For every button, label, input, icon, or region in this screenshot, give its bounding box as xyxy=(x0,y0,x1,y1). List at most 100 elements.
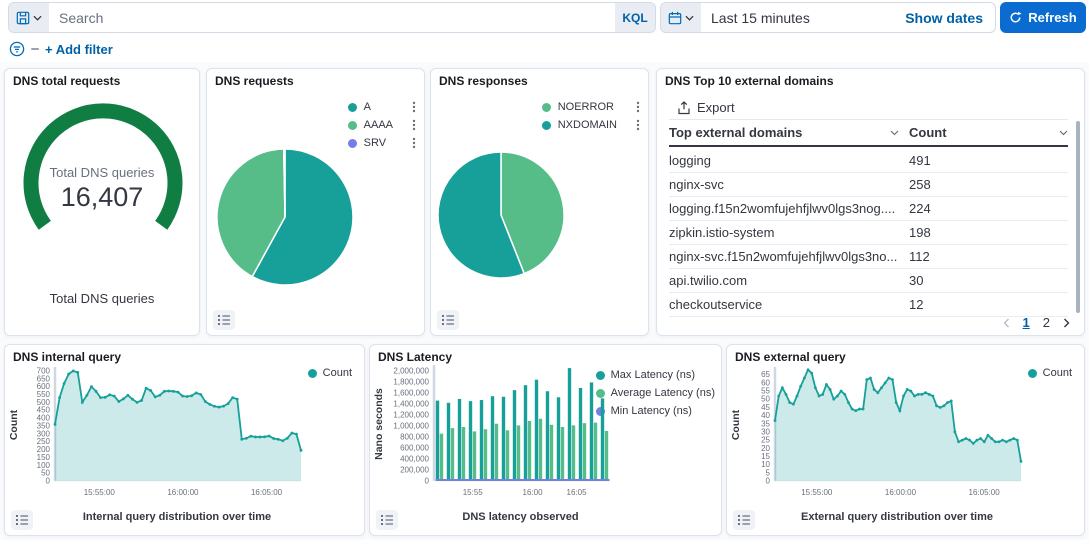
svg-text:Count: Count xyxy=(730,409,742,440)
table-row: api.twilio.com30 xyxy=(669,269,1068,293)
table-body: logging491nginx-svc258logging.f15n2womfu… xyxy=(669,149,1068,317)
svg-text:250: 250 xyxy=(37,437,51,446)
page-1-button[interactable]: 1 xyxy=(1023,315,1030,330)
svg-text:15: 15 xyxy=(761,452,770,461)
list-icon xyxy=(218,314,231,326)
calendar-icon xyxy=(668,11,682,25)
page-2-button[interactable]: 2 xyxy=(1043,315,1050,330)
area-chart[interactable]: 0510152025303540455055606515:55:0016:00:… xyxy=(727,361,1085,511)
svg-text:20: 20 xyxy=(761,444,770,453)
filter-separator xyxy=(31,48,39,50)
list-icon xyxy=(738,514,751,526)
pie-chart[interactable] xyxy=(207,69,425,335)
svg-text:400: 400 xyxy=(37,414,51,423)
svg-text:16:00:00: 16:00:00 xyxy=(885,488,917,497)
svg-text:Count: Count xyxy=(8,409,20,440)
column-header-domains[interactable]: Top external domains xyxy=(669,125,909,140)
panel-inspect-button[interactable] xyxy=(437,310,459,330)
svg-text:Nano seconds: Nano seconds xyxy=(373,388,385,460)
gauge-center-label: Total DNS queries xyxy=(5,165,199,180)
count-cell: 30 xyxy=(909,273,1068,288)
bar-chart[interactable]: 0200,000400,000600,000800,0001,000,0001,… xyxy=(370,361,722,511)
svg-text:15:55:00: 15:55:00 xyxy=(84,488,116,497)
svg-text:30: 30 xyxy=(761,427,770,436)
svg-text:150: 150 xyxy=(37,453,51,462)
refresh-icon xyxy=(1009,11,1022,24)
top-bar: KQL Last 15 minutes Show dates xyxy=(0,0,1089,62)
svg-text:200: 200 xyxy=(37,445,51,454)
svg-text:5: 5 xyxy=(766,468,771,477)
saved-query-menu-button[interactable] xyxy=(9,3,49,32)
svg-text:35: 35 xyxy=(761,419,770,428)
pie-chart[interactable] xyxy=(431,69,649,335)
search-input[interactable] xyxy=(49,10,615,26)
svg-text:40: 40 xyxy=(761,411,770,420)
refresh-button[interactable]: Refresh xyxy=(1000,2,1086,33)
panel-dns-latency: DNS Latency Max Latency (ns)Average Late… xyxy=(369,344,722,536)
svg-text:50: 50 xyxy=(41,469,50,478)
page-numbers: 12 xyxy=(1023,315,1050,330)
next-page-icon[interactable] xyxy=(1063,318,1070,328)
panel-dns-requests: DNS requests AAAAASRV xyxy=(206,68,425,336)
date-picker: Last 15 minutes Show dates xyxy=(660,2,996,33)
table-row: logging491 xyxy=(669,149,1068,173)
chevron-down-icon xyxy=(685,15,694,21)
time-range-value[interactable]: Last 15 minutes xyxy=(701,10,893,26)
panel-dns-responses: DNS responses NOERRORNXDOMAIN xyxy=(430,68,649,336)
count-cell: 491 xyxy=(909,153,1068,168)
svg-text:16:05:00: 16:05:00 xyxy=(969,488,1001,497)
add-filter-button[interactable]: + Add filter xyxy=(45,42,113,57)
panel-inspect-button[interactable] xyxy=(11,510,33,530)
filter-icon[interactable] xyxy=(9,41,25,57)
domain-cell: api.twilio.com xyxy=(669,273,909,288)
panel-dns-total-requests: DNS total requests Total DNS queries 16,… xyxy=(4,68,200,336)
svg-text:1,200,000: 1,200,000 xyxy=(393,410,429,419)
table-scrollbar[interactable] xyxy=(1076,121,1080,313)
domain-cell: logging.f15n2womfujehfjlwv0lgs3nog.... xyxy=(669,201,909,216)
export-button[interactable]: Export xyxy=(671,99,741,116)
domain-cell: logging xyxy=(669,153,909,168)
svg-text:600: 600 xyxy=(37,382,51,391)
panel-inspect-button[interactable] xyxy=(376,510,398,530)
panel-dns-internal-query: DNS internal query Count 050100150200250… xyxy=(4,344,365,536)
count-cell: 198 xyxy=(909,225,1068,240)
svg-text:65: 65 xyxy=(761,370,770,379)
svg-text:15:55:00: 15:55:00 xyxy=(801,488,833,497)
table-row: logging.f15n2womfujehfjlwv0lgs3nog....22… xyxy=(669,197,1068,221)
panel-dns-external-query: DNS external query Count 051015202530354… xyxy=(726,344,1085,536)
list-icon xyxy=(16,514,29,526)
count-cell: 224 xyxy=(909,201,1068,216)
list-icon xyxy=(442,314,455,326)
gauge-value: 16,407 xyxy=(5,182,199,213)
chart-subtitle: DNS latency observed xyxy=(410,511,631,523)
svg-text:1,600,000: 1,600,000 xyxy=(393,388,429,397)
export-label: Export xyxy=(697,100,735,115)
svg-text:650: 650 xyxy=(37,374,51,383)
column-label: Top external domains xyxy=(669,125,802,140)
svg-text:0: 0 xyxy=(425,477,430,486)
panel-inspect-button[interactable] xyxy=(213,310,235,330)
count-cell: 258 xyxy=(909,177,1068,192)
svg-text:700: 700 xyxy=(37,366,51,375)
svg-text:50: 50 xyxy=(761,395,770,404)
pagination: 12 xyxy=(1003,315,1070,330)
domain-cell: checkoutservice xyxy=(669,297,909,312)
query-language-button[interactable]: KQL xyxy=(615,3,655,32)
domain-cell: nginx-svc.f15n2womfujehfjlwv0lgs3no... xyxy=(669,249,909,264)
date-picker-menu-button[interactable] xyxy=(661,3,701,32)
svg-text:100: 100 xyxy=(37,461,51,470)
chart-subtitle: Internal query distribution over time xyxy=(35,511,319,523)
svg-text:550: 550 xyxy=(37,390,51,399)
svg-text:300: 300 xyxy=(37,429,51,438)
panel-inspect-button[interactable] xyxy=(733,510,755,530)
panel-title: DNS Top 10 external domains xyxy=(657,69,1084,93)
gauge-bottom-label: Total DNS queries xyxy=(5,291,199,306)
column-header-count[interactable]: Count xyxy=(909,125,1068,140)
area-chart[interactable]: 0501001502002503003504004505005506006507… xyxy=(5,361,365,511)
svg-text:1,000,000: 1,000,000 xyxy=(393,421,429,430)
previous-page-icon[interactable] xyxy=(1003,318,1010,328)
svg-text:400,000: 400,000 xyxy=(400,454,429,463)
show-dates-button[interactable]: Show dates xyxy=(893,10,995,26)
list-icon xyxy=(381,514,394,526)
svg-text:600,000: 600,000 xyxy=(400,443,429,452)
